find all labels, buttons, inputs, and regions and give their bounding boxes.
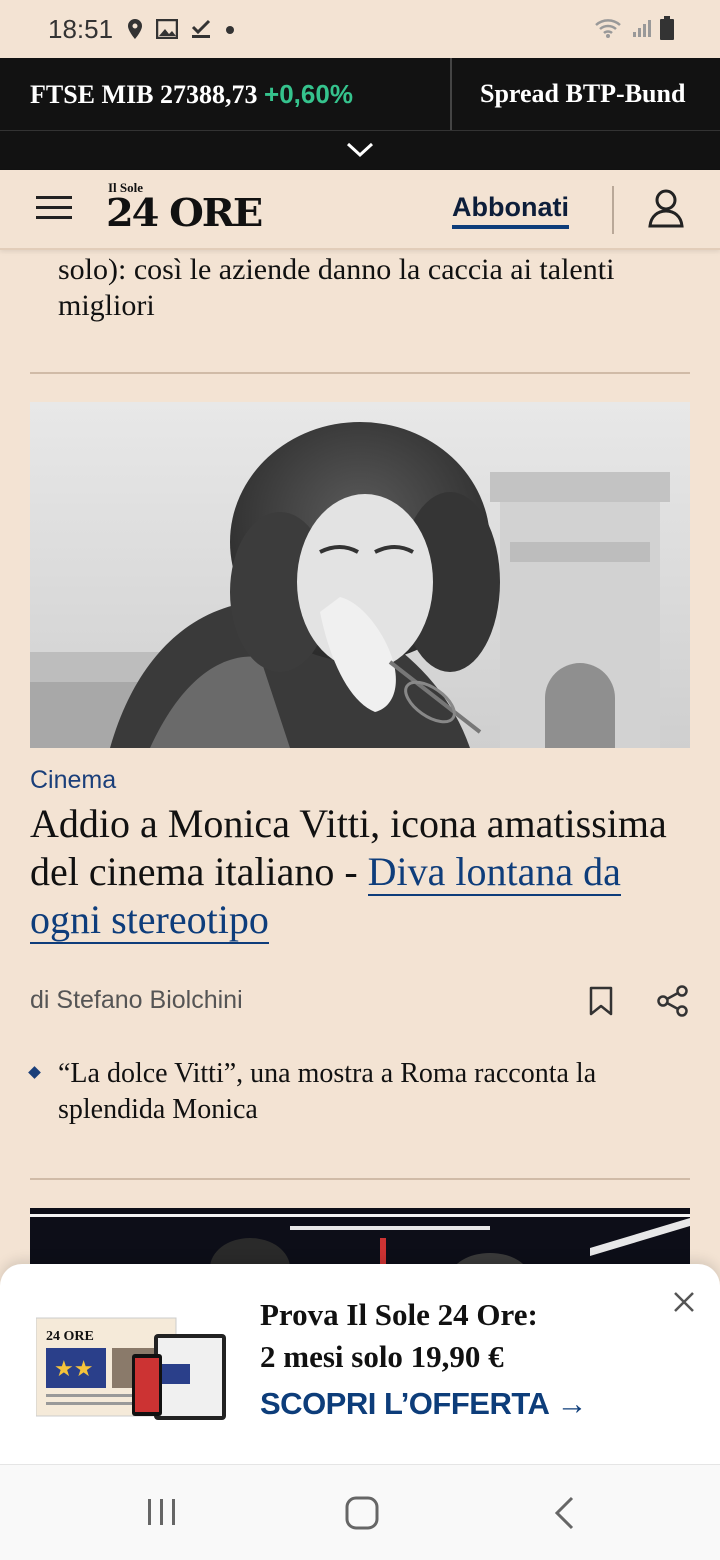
location-icon [126,18,144,45]
back-icon[interactable] [552,1495,576,1536]
site-logo[interactable]: Il Sole 24 ORE [106,180,263,240]
promo-line1: Prova Il Sole 24 Ore: [260,1297,538,1332]
ticker-index-value: 27388,73 [160,79,258,109]
svg-text:★★: ★★ [54,1356,93,1381]
menu-icon[interactable] [36,196,72,222]
signal-icon [632,18,652,43]
related-article-title[interactable]: “La dolce Vitti”, una mostra a Roma racc… [58,1056,690,1128]
article-author[interactable]: di Stefano Biolchini [30,986,243,1015]
article-photo[interactable] [30,402,690,748]
bookmark-icon[interactable] [588,986,614,1021]
wifi-icon [594,17,624,44]
market-ticker[interactable]: FTSE MIB 27388,73 +0,60% Spread BTP-Bund [0,58,720,130]
close-icon[interactable] [670,1288,698,1316]
header-divider [612,186,614,234]
recent-apps-icon[interactable] [146,1497,178,1532]
logo-big-text: 24 ORE [106,190,263,235]
promo-cta-button[interactable]: SCOPRI L’OFFERTA → [260,1386,587,1422]
ticker-expand-button[interactable] [0,130,720,170]
home-icon[interactable] [344,1495,380,1536]
separator [30,372,690,374]
promo-line2: 2 mesi solo 19,90 € [260,1339,504,1374]
status-bar: 18:51 [0,0,720,58]
ticker-item-ftse[interactable]: FTSE MIB 27388,73 +0,60% [0,79,450,110]
system-nav-bar [0,1464,720,1560]
subscribe-link[interactable]: Abbonati [452,192,569,229]
article-headline[interactable]: Addio a Monica Vitti, icona amatissima d… [30,800,690,944]
bullet-icon [28,1066,41,1079]
share-icon[interactable] [656,984,690,1023]
promo-banner[interactable]: 24 ORE ★★ Prova Il Sole 24 Ore: 2 mesi s… [0,1264,720,1464]
promo-title: Prova Il Sole 24 Ore: 2 mesi solo 19,90 … [260,1294,660,1378]
site-header: Il Sole 24 ORE Abbonati [0,170,720,250]
svg-text:24 ORE: 24 ORE [46,1329,94,1344]
user-icon[interactable] [646,188,686,233]
ticker-item-spread[interactable]: Spread BTP-Bund [452,79,685,109]
promo-thumbnail: 24 ORE ★★ [35,1314,232,1424]
gallery-icon [155,18,179,44]
download-done-icon [190,19,212,44]
separator [30,1178,690,1180]
chevron-down-icon [346,142,374,158]
previous-article-title[interactable]: solo): così le aziende danno la caccia a… [58,252,698,324]
related-article[interactable]: “La dolce Vitti”, una mostra a Roma racc… [28,1056,690,1128]
status-time: 18:51 [48,14,114,44]
dot-icon [224,23,236,41]
battery-icon [660,16,674,45]
ticker-index-name: FTSE MIB [30,79,154,109]
ticker-index-change: +0,60% [264,78,353,109]
article-category[interactable]: Cinema [30,766,116,795]
